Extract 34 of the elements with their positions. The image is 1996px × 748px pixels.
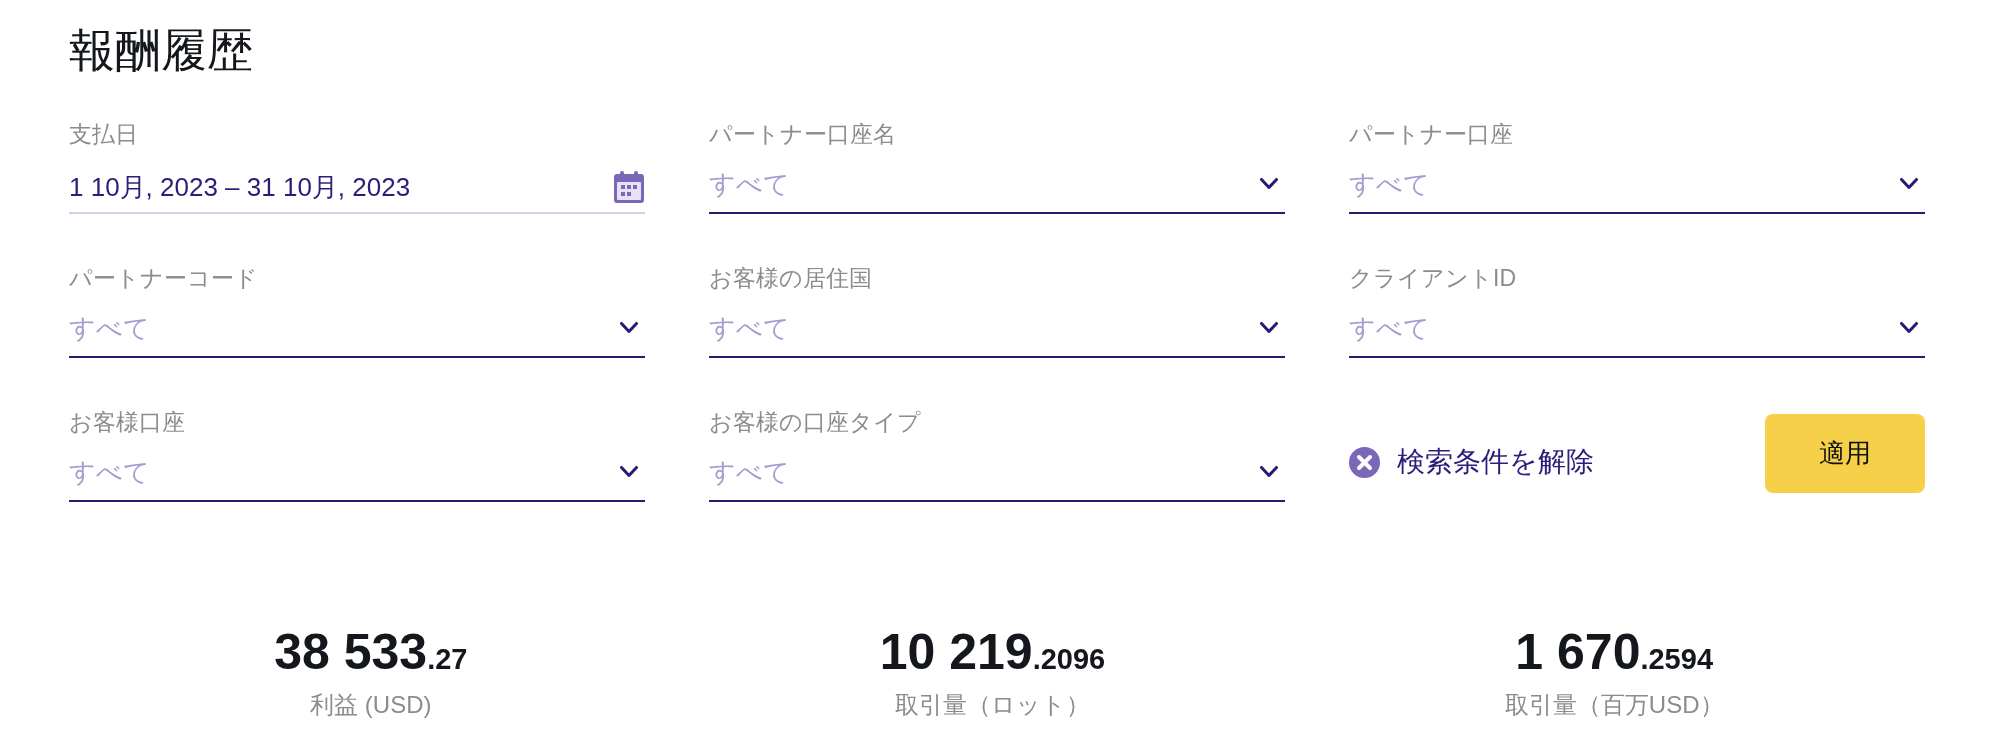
chevron-down-icon <box>1900 178 1918 190</box>
page-title: 報酬履歴 <box>69 23 253 78</box>
stat-value: 1 670.2594 <box>1515 624 1713 682</box>
stat-value: 10 219.2096 <box>879 624 1106 682</box>
select-field[interactable]: すべて <box>69 312 645 358</box>
select-field[interactable]: すべて <box>1349 312 1925 358</box>
chevron-down-icon <box>1260 322 1278 334</box>
field-label: 支払日 <box>69 120 138 148</box>
chevron-down-icon <box>620 322 638 334</box>
chevron-down-icon <box>620 466 638 478</box>
stat-label: 取引量（百万USD） <box>1504 690 1724 720</box>
select-field[interactable]: すべて <box>1349 168 1925 214</box>
close-circle-icon <box>1349 446 1380 478</box>
field-label: お客様口座 <box>69 408 185 436</box>
chevron-down-icon <box>1260 466 1278 478</box>
field-label: パートナー口座名 <box>709 120 896 148</box>
field-label: お客様の居住国 <box>709 264 872 292</box>
select-field[interactable]: すべて <box>709 456 1285 502</box>
chevron-down-icon <box>1900 322 1918 334</box>
stat-label: 取引量（ロット） <box>895 690 1090 720</box>
field-label: パートナーコード <box>69 264 258 292</box>
stat-value: 38 533.27 <box>274 624 468 682</box>
field-label: お客様の口座タイプ <box>709 408 921 436</box>
select-field[interactable]: すべて <box>709 168 1285 214</box>
clear-filters-button[interactable]: 検索条件を解除 <box>1349 442 1594 482</box>
calendar-icon <box>613 171 645 203</box>
select-field[interactable]: すべて <box>709 312 1285 358</box>
field-label: クライアントID <box>1349 264 1516 292</box>
stat-label: 利益 (USD) <box>310 690 432 720</box>
apply-button[interactable]: 適用 <box>1765 414 1925 493</box>
chevron-down-icon <box>1260 178 1278 190</box>
field-label: パートナー口座 <box>1349 120 1513 148</box>
date-range-field[interactable]: 1 10月, 2023 – 31 10月, 2023 <box>69 168 645 214</box>
select-field[interactable]: すべて <box>69 456 645 502</box>
